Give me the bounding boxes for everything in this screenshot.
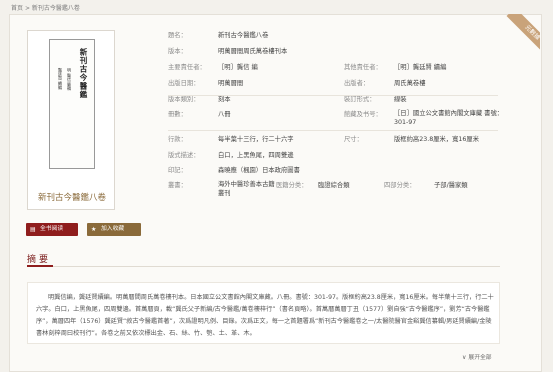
breadcrumb-current: 新刊古今醫鑑八卷 bbox=[31, 5, 80, 12]
lines-value: 每半葉十三行，行二十六字 bbox=[218, 136, 294, 143]
book-cover[interactable]: 新刊古今醫鑑 明 龔信 纂輯 龔廷賢 續編 新刊古今醫鑑八卷 bbox=[27, 30, 115, 210]
cover-label-frame: 新刊古今醫鑑 明 龔信 纂輯 龔廷賢 續編 bbox=[49, 39, 95, 169]
info-divider bbox=[168, 130, 498, 131]
category-label: 医籍分类： bbox=[276, 182, 308, 189]
add-favorite-button[interactable]: ★ 加入收藏 bbox=[87, 223, 141, 236]
breadcrumb: 首页 > 新刊古今醫鑑八卷 bbox=[11, 3, 80, 12]
abstract-box: 明龔信編，龔廷賢續編。明萬曆間周氏萬卷樓刊本。日本國立公文書館內閣文庫藏。八冊。… bbox=[27, 282, 500, 344]
format-label: 版式描述： bbox=[168, 152, 200, 159]
pubtime-label: 出版日期： bbox=[168, 80, 200, 87]
author-value: ［明］龔信 編 bbox=[218, 64, 258, 71]
edition-value: 明萬曆間周氏萬卷樓刊本 bbox=[218, 48, 288, 55]
cover-side-text-2: 龔廷賢 續編 bbox=[58, 68, 63, 90]
series-value: 海外中醫珍善本古籍叢刊 bbox=[218, 181, 275, 197]
info-divider bbox=[168, 95, 498, 96]
category-value: 臨證綜合類 bbox=[318, 182, 350, 189]
volumes-value: 八冊 bbox=[218, 111, 231, 118]
top-bar: 首页 > 新刊古今醫鑑八卷 bbox=[0, 0, 553, 14]
edition-label: 版本： bbox=[168, 48, 187, 55]
breadcrumb-separator: > bbox=[24, 5, 30, 12]
cover-caption: 新刊古今醫鑑八卷 bbox=[37, 193, 106, 203]
cover-vertical-title: 新刊古今醫鑑 bbox=[79, 48, 88, 99]
star-icon: ★ bbox=[91, 226, 97, 233]
abstract-divider bbox=[27, 266, 500, 267]
title-value: 新刊古今醫鑑八卷 bbox=[218, 32, 269, 39]
cover-side-text: 明 龔信 纂輯 bbox=[67, 68, 72, 91]
favorite-button-label: 加入收藏 bbox=[101, 226, 125, 232]
title-label: 題名： bbox=[168, 32, 187, 39]
seal-label: 印記： bbox=[168, 167, 187, 174]
series-label: 叢書： bbox=[168, 182, 187, 189]
breadcrumb-home[interactable]: 首页 bbox=[11, 5, 23, 12]
ribbon-label: 元數據 bbox=[506, 14, 540, 54]
expand-all-button[interactable]: ∨ 展开全部 bbox=[462, 352, 492, 361]
size-value: 版框約高23.8厘米，寬16厘米 bbox=[394, 136, 480, 143]
abstract-tab-underline bbox=[27, 265, 53, 267]
publisher-label: 出版者： bbox=[344, 80, 370, 87]
volumes-label: 冊數： bbox=[168, 111, 187, 118]
pubtime-value: 明萬曆間 bbox=[218, 80, 244, 87]
abstract-text: 明龔信編，龔廷賢續編。明萬曆間周氏萬卷樓刊本。日本國立公文書館內閣文庫藏。八冊。… bbox=[36, 294, 494, 337]
abstract-heading: 摘要 bbox=[27, 255, 52, 265]
chevron-down-icon: ∨ bbox=[462, 354, 467, 361]
call-number-label: 館藏及书号： bbox=[344, 111, 382, 118]
lines-label: 行款： bbox=[168, 136, 187, 143]
book-icon: ▤ bbox=[30, 226, 36, 233]
expand-label: 展开全部 bbox=[468, 355, 492, 361]
call-number-value: ［日］國立公文書館內閣文庫藏 書號：301-97 bbox=[394, 110, 504, 126]
seal-value: 森曉應（楓園）日本政府圖書 bbox=[218, 167, 300, 174]
read-button-label: 全书阅读 bbox=[40, 226, 64, 232]
author-label: 主要責任者： bbox=[168, 64, 206, 71]
format-value: 白口，上黑魚尾，四周雙邊 bbox=[218, 152, 294, 159]
other-author-label: 其他責任者： bbox=[344, 64, 382, 71]
read-full-book-button[interactable]: ▤ 全书阅读 bbox=[26, 223, 78, 236]
siku-value: 子部/醫家類 bbox=[434, 182, 468, 189]
siku-label: 四部分类： bbox=[384, 182, 416, 189]
size-label: 尺寸： bbox=[344, 136, 363, 143]
publisher-value: 周氏萬卷樓 bbox=[394, 80, 426, 87]
other-author-value: ［明］龔廷賢 續編 bbox=[394, 64, 447, 71]
